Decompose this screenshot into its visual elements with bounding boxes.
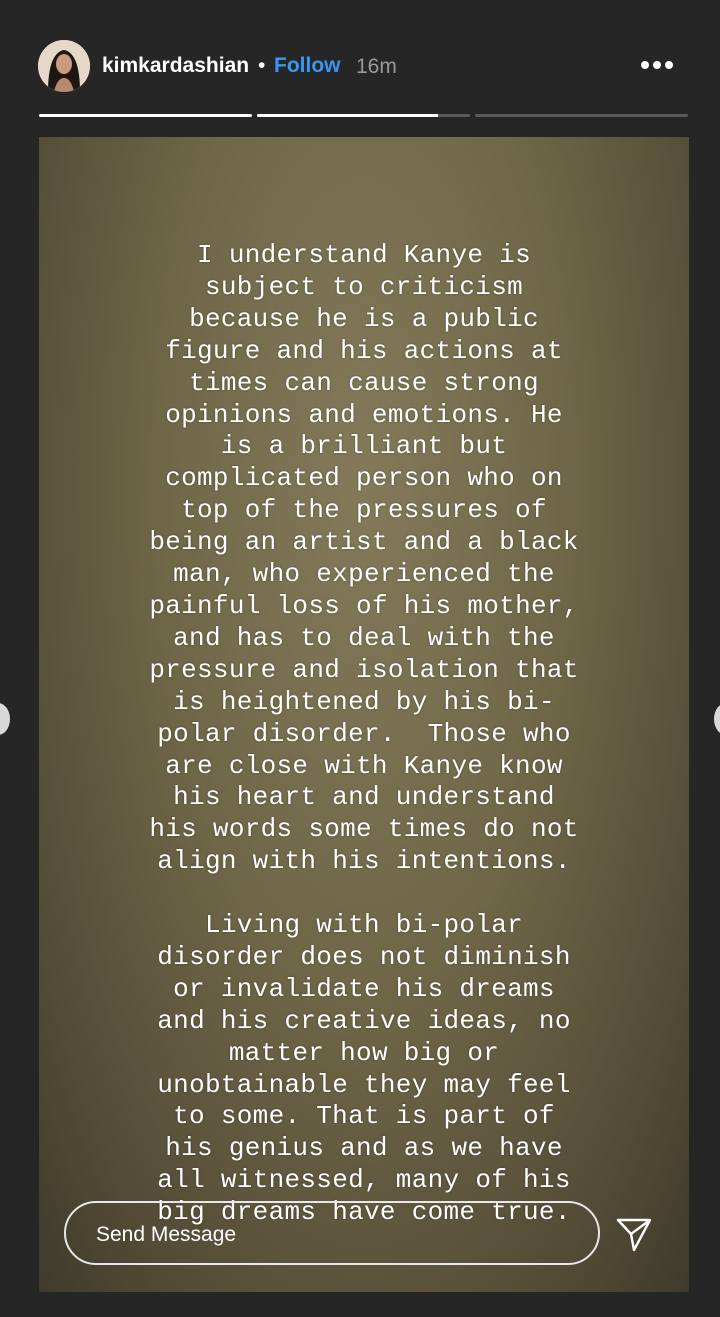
story-text-line: and his creative ideas, no — [157, 1005, 571, 1036]
follow-button[interactable]: Follow — [274, 53, 341, 79]
more-options-icon[interactable] — [636, 52, 676, 78]
send-message-input[interactable]: Send Message — [64, 1201, 600, 1265]
story-media[interactable]: I understand Kanye is subject to criticis… — [39, 137, 689, 1292]
story-text-line: unobtainable they may feel — [157, 1069, 571, 1100]
story-progress-segment-3 — [475, 114, 688, 117]
story-text-line: and has to deal with the — [173, 622, 555, 653]
profile-photo-icon — [38, 40, 90, 92]
previous-story-button[interactable] — [0, 703, 10, 735]
progress-fill — [39, 114, 252, 117]
story-text-line: man, who experienced the — [173, 559, 555, 590]
story-text-line: I understand Kanye is — [197, 240, 531, 270]
avatar[interactable] — [38, 40, 90, 92]
story-text-line: is a brilliant but — [220, 431, 508, 462]
progress-fill — [257, 114, 439, 117]
post-time: 16m — [356, 55, 397, 78]
story-text-line: is heightened by his bi- — [173, 686, 555, 717]
username[interactable]: kimkardashian — [102, 53, 249, 79]
story-progress-segment-2 — [257, 114, 470, 117]
story-progress-segment-1 — [39, 114, 252, 117]
story-text-line: figure and his actions at — [165, 335, 563, 366]
story-text-line: to some. That is part of — [173, 1101, 555, 1132]
story-text-line: being an artist and a black — [149, 527, 579, 558]
story-text-line: Living with bi-polar — [204, 910, 524, 941]
story-text-line: polar disorder. Those who — [157, 718, 571, 749]
story-text-line: matter how big or — [228, 1037, 500, 1068]
paper-plane-icon[interactable] — [614, 1214, 654, 1254]
story-text-line: opinions and emotions. He — [165, 399, 563, 430]
story-text-line: painful loss of his mother, — [149, 590, 579, 621]
story-text-line: or invalidate his dreams — [173, 973, 555, 1004]
story-text-line: disorder does not diminish — [157, 941, 571, 972]
story-text-line: all witnessed, many of his — [157, 1165, 571, 1196]
story-text-line: complicated person who on — [165, 463, 563, 494]
story-text-line: are close with Kanye know — [165, 750, 563, 781]
story-text-line: his heart and understand — [173, 782, 555, 813]
story-text: I understand Kanye is subject to criticis… — [39, 240, 689, 1229]
story-text-line: subject to criticism — [204, 271, 524, 302]
story-text-line: top of the pressures of — [181, 495, 547, 526]
story-text-line: because he is a public — [189, 303, 539, 334]
story-text-line: his words some times do not — [149, 814, 579, 845]
story-header: kimkardashian • Follow 16m — [0, 0, 720, 110]
story-text-line: pressure and isolation that — [149, 654, 579, 685]
story-text-line: his genius and as we have — [165, 1133, 563, 1164]
story-text-line: align with his intentions. — [157, 846, 571, 877]
story-text-line: times can cause strong — [189, 367, 539, 398]
separator-dot: • — [258, 54, 266, 77]
next-story-button[interactable] — [714, 703, 720, 735]
story-text-line — [39, 878, 689, 910]
send-message-placeholder: Send Message — [96, 1223, 237, 1246]
